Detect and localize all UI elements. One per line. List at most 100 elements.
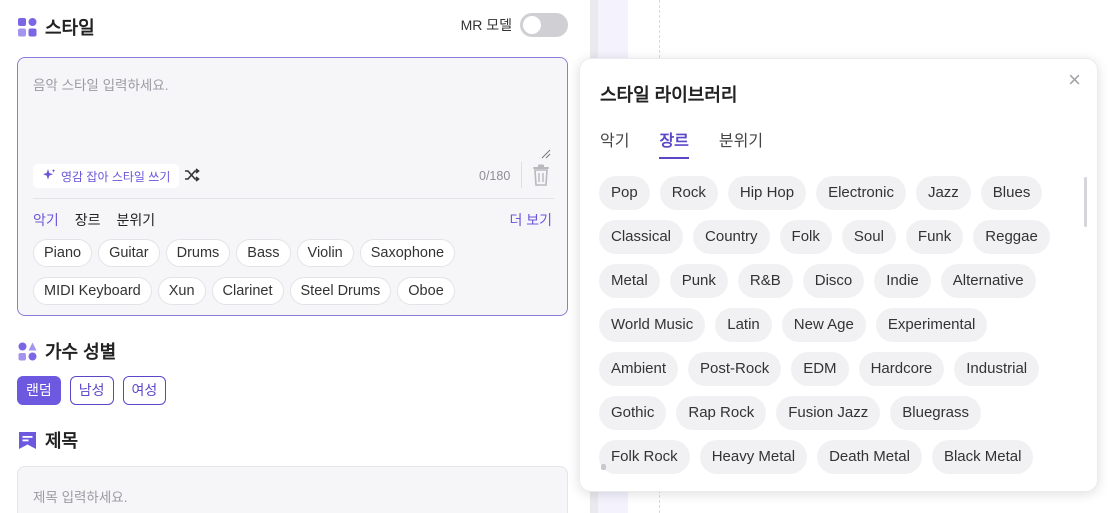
genre-chip-fusion-jazz[interactable]: Fusion Jazz [776,396,881,430]
gender-options: 랜덤 남성 여성 [17,376,167,405]
vertical-divider [521,162,522,188]
mr-model-toggle-group: MR 모델 [461,13,568,37]
singer-section-header: 가수 성별 [18,338,116,364]
genre-chip-alternative[interactable]: Alternative [940,264,1036,298]
genre-chip-rnb[interactable]: R&B [737,264,793,298]
genre-chip-disco[interactable]: Disco [802,264,865,298]
instrument-chips-row-1: Piano Guitar Drums Bass Violin Saxophone [33,239,461,267]
mr-model-toggle[interactable] [520,13,568,37]
genre-chip-latin[interactable]: Latin [715,308,772,342]
title-section-title: 제목 [45,431,79,451]
genre-row-4: World Music Latin New Age Experimental [599,308,988,342]
gender-random-button[interactable]: 랜덤 [17,376,61,405]
gender-female-button[interactable]: 여성 [122,376,167,405]
style-library-popup: 스타일 라이브러리 × 악기 장르 분위기 Pop Rock Hip Hop E… [579,58,1098,492]
instrument-chips-row-2: MIDI Keyboard Xun Clarinet Steel Drums Oboe [33,277,461,305]
genre-row-5: Ambient Post-Rock EDM Hardcore Industria… [599,352,1040,386]
genre-chip-folk-rock[interactable]: Folk Rock [599,440,690,474]
genre-chip-ambient[interactable]: Ambient [599,352,679,386]
chip-midi-keyboard[interactable]: MIDI Keyboard [33,277,152,305]
genre-chip-electronic[interactable]: Electronic [816,176,906,210]
toggle-knob [523,16,541,34]
library-tab-mood[interactable]: 분위기 [719,127,763,159]
style-input[interactable]: 음악 스타일 입력하세요. [33,74,168,94]
genre-chip-hardcore[interactable]: Hardcore [858,352,945,386]
genre-chip-post-rock[interactable]: Post-Rock [688,352,782,386]
tab-mood[interactable]: 분위기 [117,210,156,230]
sparkle-icon [42,168,56,185]
chip-piano[interactable]: Piano [33,239,93,267]
genre-chip-pop[interactable]: Pop [599,176,650,210]
style-input-box: 음악 스타일 입력하세요. 영감 잡아 스타일 쓰기 0/180 악기 장르 분… [17,57,568,316]
grid-shapes-icon [18,17,37,37]
genre-chip-jazz[interactable]: Jazz [915,176,971,210]
style-tabs: 악기 장르 분위기 [33,210,155,230]
chip-violin[interactable]: Violin [296,239,354,267]
chip-saxophone[interactable]: Saxophone [359,239,456,267]
genre-chip-experimental[interactable]: Experimental [875,308,988,342]
genre-chip-industrial[interactable]: Industrial [954,352,1040,386]
genre-chip-hip-hop[interactable]: Hip Hop [727,176,807,210]
gender-male-button[interactable]: 남성 [69,376,114,405]
library-tabs: 악기 장르 분위기 [600,127,763,159]
trash-icon[interactable] [532,164,550,186]
bookmark-title-icon [18,431,37,450]
genre-chip-classical[interactable]: Classical [599,220,684,254]
genre-chip-metal[interactable]: Metal [599,264,660,298]
inspire-style-label: 영감 잡아 스타일 쓰기 [61,169,171,184]
tab-instrument[interactable]: 악기 [33,210,59,230]
shuffle-icon[interactable] [184,168,200,186]
chip-clarinet[interactable]: Clarinet [211,277,284,305]
genre-row-2: Classical Country Folk Soul Funk Reggae [599,220,1050,254]
left-panel: 스타일 MR 모델 음악 스타일 입력하세요. 영감 잡아 스타일 쓰기 0/1… [0,0,590,513]
title-input-box: 제목 입력하세요. [17,466,568,513]
style-section-title: 스타일 [45,18,95,38]
genre-chip-reggae[interactable]: Reggae [973,220,1050,254]
library-tab-genre[interactable]: 장르 [659,127,689,159]
chip-xun[interactable]: Xun [157,277,206,305]
genre-chip-heavy-metal[interactable]: Heavy Metal [699,440,808,474]
chip-bass[interactable]: Bass [236,239,291,267]
genre-chip-indie[interactable]: Indie [874,264,931,298]
inspire-style-button[interactable]: 영감 잡아 스타일 쓰기 [33,164,180,188]
genre-chip-punk[interactable]: Punk [669,264,728,298]
resize-handle-icon[interactable] [541,146,551,159]
genre-chip-soul[interactable]: Soul [841,220,896,254]
genre-row-1: Pop Rock Hip Hop Electronic Jazz Blues [599,176,1043,210]
genre-chip-country[interactable]: Country [693,220,770,254]
title-input[interactable]: 제목 입력하세요. [33,486,127,506]
genre-chip-rap-rock[interactable]: Rap Rock [676,396,767,430]
genre-chip-blues[interactable]: Blues [980,176,1043,210]
mr-model-label: MR 모델 [460,17,512,33]
chip-steel-drums[interactable]: Steel Drums [289,277,392,305]
character-counter: 0/180 [479,169,511,183]
genre-chip-edm[interactable]: EDM [791,352,849,386]
chip-oboe[interactable]: Oboe [397,277,455,305]
genre-chip-world-music[interactable]: World Music [599,308,706,342]
horizontal-divider [33,198,554,199]
genre-row-7: Folk Rock Heavy Metal Death Metal Black … [599,440,1034,474]
genre-chip-new-age[interactable]: New Age [781,308,866,342]
style-library-title: 스타일 라이브러리 [600,85,738,105]
genre-chip-black-metal[interactable]: Black Metal [931,440,1034,474]
singer-shapes-icon [18,342,37,361]
app-root: 스타일 MR 모델 음악 스타일 입력하세요. 영감 잡아 스타일 쓰기 0/1… [0,0,1116,513]
genre-chip-list: Pop Rock Hip Hop Electronic Jazz Blues C… [599,176,1069,476]
close-icon[interactable]: × [1068,67,1081,93]
chip-guitar[interactable]: Guitar [98,239,160,267]
genre-chip-funk[interactable]: Funk [905,220,964,254]
chip-drums[interactable]: Drums [165,239,231,267]
genre-chip-folk[interactable]: Folk [779,220,832,254]
more-button[interactable]: 더 보기 [509,210,552,230]
singer-section-title: 가수 성별 [45,342,117,362]
genre-chip-gothic[interactable]: Gothic [599,396,667,430]
tab-genre[interactable]: 장르 [75,210,101,230]
genre-chip-death-metal[interactable]: Death Metal [817,440,922,474]
genre-chip-bluegrass[interactable]: Bluegrass [890,396,981,430]
library-scrollbar[interactable] [1084,177,1087,227]
genre-chip-rock[interactable]: Rock [659,176,718,210]
genre-row-3: Metal Punk R&B Disco Indie Alternative [599,264,1036,298]
scroll-indicator [601,464,606,470]
library-tab-instrument[interactable]: 악기 [600,127,629,159]
title-section-header: 제목 [18,427,78,453]
